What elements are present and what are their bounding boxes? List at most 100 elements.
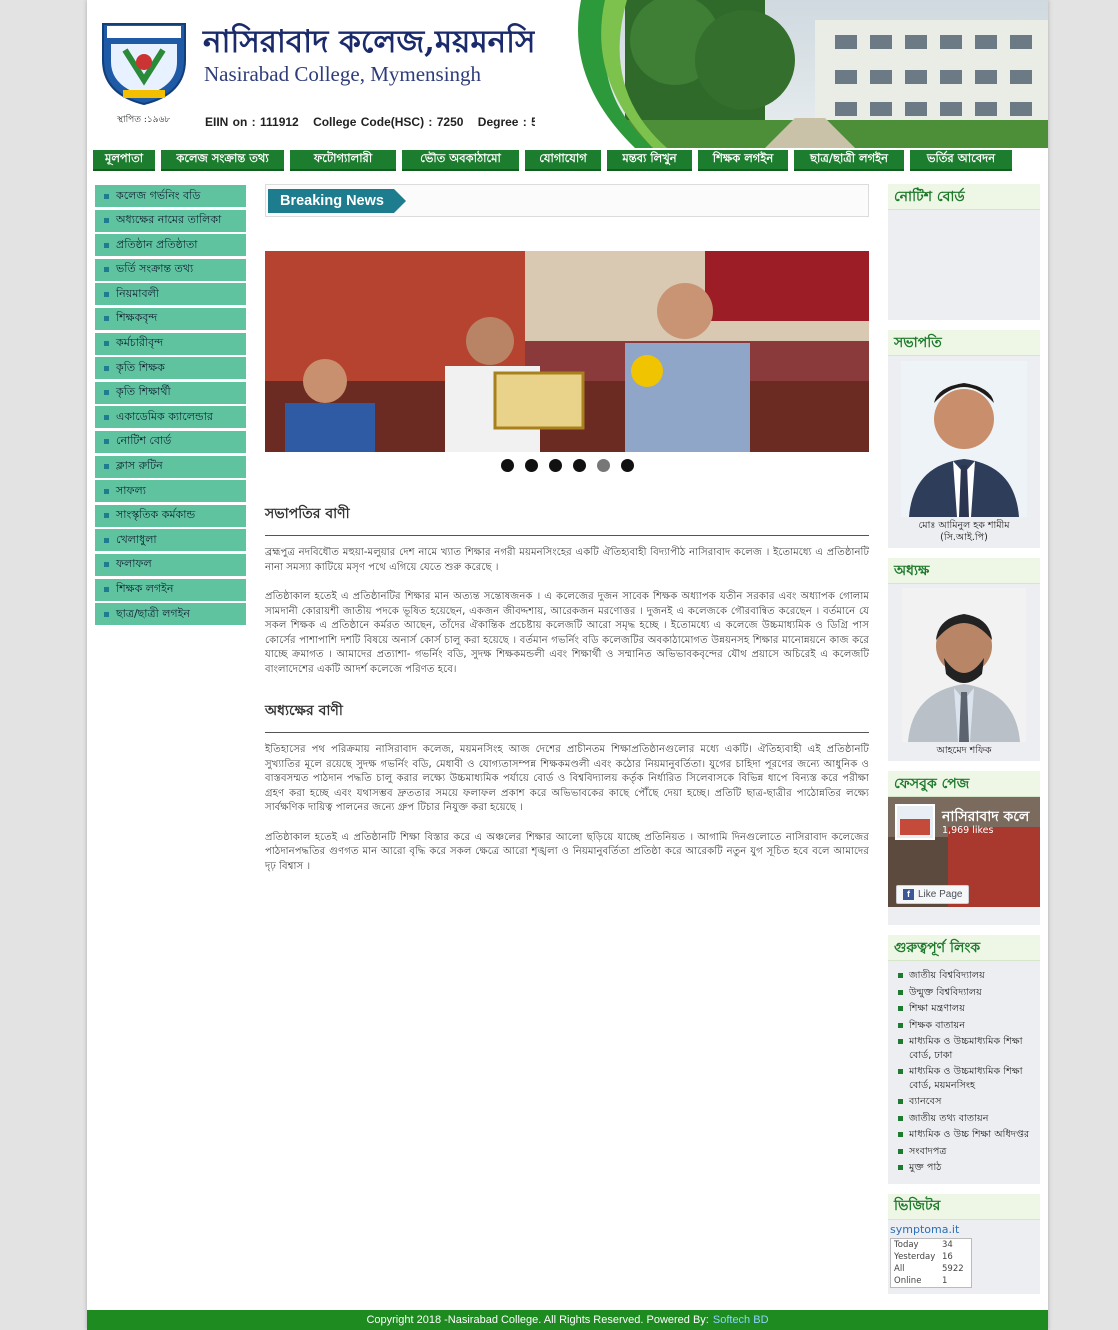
important-link-item[interactable]: জাতীয় তথ্য বাতায়ন — [898, 1112, 1036, 1126]
visitor-counter: symptoma.it Today 34 Yesterday 16 All 5922 Onl… — [888, 1220, 1040, 1294]
left-menu-item-7[interactable]: কৃতি শিক্ষক — [95, 357, 246, 380]
slider-dot[interactable] — [500, 459, 514, 472]
nav-item-4[interactable]: যোগাযোগ — [525, 150, 601, 171]
bullet-square-icon — [104, 193, 109, 199]
right-sidebar: নোটিশ বোর্ড সভাপতি মোঃ আমিনুল হক শামীম (… — [888, 184, 1040, 1304]
facebook-likes: 1,969 likes — [942, 825, 994, 836]
bullet-square-icon — [104, 562, 109, 568]
important-link-item[interactable]: শিক্ষক বাতায়ন — [898, 1019, 1036, 1033]
visitor-stat-label: Online — [894, 1275, 922, 1286]
facebook-page-box: ফেসবুক পেজ নাসিরাবাদ কলে 1,969 likes f L… — [888, 771, 1040, 925]
left-menu-item-3[interactable]: ভর্তি সংক্রান্ত তথ্য — [95, 258, 246, 281]
powered-by-link[interactable]: Softech BD — [713, 1314, 769, 1326]
bullet-square-icon — [104, 218, 109, 224]
important-link-item[interactable]: মাধ্যমিক ও উচ্চমাধ্যমিক শিক্ষা বোর্ড, ঢা… — [898, 1035, 1036, 1062]
left-menu-label: একাডেমিক ক্যালেন্ডার — [116, 409, 213, 423]
left-menu-item-15[interactable]: ফলাফল — [95, 553, 246, 576]
left-menu-item-9[interactable]: একাডেমিক ক্যালেন্ডার — [95, 406, 246, 429]
chairman-caption: মোঃ আমিনুল হক শামীম (সি.আই.পি) — [888, 517, 1040, 548]
left-menu-item-10[interactable]: নোটিশ বোর্ড — [95, 430, 246, 453]
left-menu-item-11[interactable]: ক্লাস রুটিন — [95, 455, 246, 478]
chairman-message-paragraph-2: প্রতিষ্ঠাকাল হতেই এ প্রতিষ্ঠানটির শিক্ষা… — [265, 591, 869, 675]
header-campus-photo — [535, 0, 1048, 148]
nav-item-1[interactable]: কলেজ সংক্রান্ত তথ্য — [161, 150, 284, 171]
left-menu-label: কলেজ গর্ভনিং বডি — [116, 188, 201, 202]
left-menu-item-14[interactable]: খেলাধুলা — [95, 529, 246, 552]
chairman-message-title: সভাপতির বাণী — [265, 502, 869, 536]
chairman-title: সভাপতি — [888, 330, 1040, 356]
visitor-stat-value: 16 — [942, 1251, 953, 1262]
bullet-square-icon — [104, 267, 109, 273]
principal-title: অধ্যক্ষ — [888, 558, 1040, 584]
important-link-item[interactable]: ব্যানবেস — [898, 1095, 1036, 1109]
copyright-text: Copyright 2018 -Nasirabad College. All R… — [366, 1314, 709, 1326]
nav-item-0[interactable]: মূলপাতা — [93, 150, 155, 171]
important-link-item[interactable]: মুক্ত পাঠ — [898, 1161, 1036, 1175]
left-menu-item-12[interactable]: সাফল্য — [95, 480, 246, 503]
bullet-square-icon — [104, 488, 109, 494]
bullet-square-icon — [104, 513, 109, 519]
facebook-page-widget[interactable]: নাসিরাবাদ কলে 1,969 likes f Like Page — [888, 797, 1040, 925]
left-menu-label: কর্মচারীবৃন্দ — [116, 336, 164, 350]
important-link-item[interactable]: শিক্ষা মন্ত্রণালয় — [898, 1002, 1036, 1016]
important-link-item[interactable]: উন্মুক্ত বিশ্ববিদ্যালয় — [898, 986, 1036, 1000]
slider-dot[interactable] — [620, 459, 634, 472]
facebook-like-button[interactable]: f Like Page — [896, 885, 970, 904]
left-menu-item-1[interactable]: অধ্যক্ষের নামের তালিকা — [95, 209, 246, 232]
site-footer: Copyright 2018 -Nasirabad College. All R… — [87, 1310, 1048, 1330]
visitor-counter-link[interactable]: symptoma.it — [890, 1223, 1038, 1236]
left-menu-item-0[interactable]: কলেজ গর্ভনিং বডি — [95, 185, 246, 207]
left-menu-label: কৃতি শিক্ষার্থী — [116, 385, 171, 399]
principal-name: আহমেদ শফিক — [936, 745, 992, 756]
nav-item-5[interactable]: মন্তব্য লিখুন — [607, 150, 692, 171]
chairman-box: সভাপতি মোঃ আমিনুল হক শামীম (সি.আই.পি) — [888, 330, 1040, 548]
established-year: স্থাপিত :১৯৬৮ — [117, 115, 171, 125]
bullet-square-icon — [104, 341, 109, 347]
nav-item-6[interactable]: শিক্ষক লগইন — [698, 150, 788, 171]
nav-item-8[interactable]: ভর্তির আবেদন — [910, 150, 1012, 171]
left-menu-label: ক্লাস রুটিন — [116, 459, 163, 473]
nav-item-7[interactable]: ছাত্র/ছাত্রী লগইন — [794, 150, 904, 171]
left-menu-item-5[interactable]: শিক্ষকবৃন্দ — [95, 307, 246, 330]
left-menu-label: নোটিশ বোর্ড — [116, 434, 172, 448]
slider-dot[interactable] — [596, 459, 610, 472]
visitor-stat-row: All 5922 — [891, 1263, 971, 1275]
nav-item-2[interactable]: ফটোগ্যালারী — [290, 150, 396, 171]
left-menu-label: সাফল্য — [116, 483, 146, 497]
slider-dot[interactable] — [572, 459, 586, 472]
left-menu-item-13[interactable]: সাংস্কৃতিক কর্মকান্ড — [95, 504, 246, 527]
principal-photo — [902, 588, 1026, 742]
notice-board-title: নোটিশ বোর্ড — [888, 184, 1040, 210]
chairman-message-paragraph-1: ব্রহ্মপুত্র নদবিধৌত মহুয়া-মলুয়ার দেশ ন… — [265, 547, 869, 573]
college-logo[interactable] — [101, 22, 187, 106]
left-sidebar-menu: কলেজ গর্ভনিং বডি অধ্যক্ষের নামের তালিকা প্… — [95, 185, 246, 628]
college-codes: EIIN on : 111912 College Code(HSC) : 725… — [205, 115, 568, 129]
important-link-item[interactable]: সংবাদপত্র — [898, 1145, 1036, 1159]
bullet-square-icon — [104, 291, 109, 297]
notice-board-box: নোটিশ বোর্ড — [888, 184, 1040, 320]
bullet-square-icon — [104, 587, 109, 592]
important-link-item[interactable]: মাধ্যমিক ও উচ্চ শিক্ষা অধিদপ্তর — [898, 1128, 1036, 1142]
slider-dot[interactable] — [548, 459, 562, 472]
visitor-stat-value: 5922 — [942, 1263, 964, 1274]
left-menu-item-6[interactable]: কর্মচারীবৃন্দ — [95, 332, 246, 355]
left-menu-item-16[interactable]: শিক্ষক লগইন — [95, 578, 246, 601]
slider-dot[interactable] — [524, 459, 538, 472]
left-menu-item-17[interactable]: ছাত্র/ছাত্রী লগইন — [95, 603, 246, 626]
left-menu-label: সাংস্কৃতিক কর্মকান্ড — [116, 508, 196, 522]
bullet-square-icon — [104, 611, 109, 617]
important-link-item[interactable]: জাতীয় বিশ্ববিদ্যালয় — [898, 969, 1036, 983]
left-menu-label: প্রতিষ্ঠান প্রতিষ্ঠাতা — [116, 237, 198, 251]
nav-item-3[interactable]: ভৌত অবকাঠামো — [402, 150, 519, 171]
left-menu-item-8[interactable]: কৃতি শিক্ষার্থী — [95, 381, 246, 404]
left-menu-item-2[interactable]: প্রতিষ্ঠান প্রতিষ্ঠাতা — [95, 234, 246, 257]
breaking-news-label: Breaking News — [268, 189, 406, 213]
left-menu-item-4[interactable]: নিয়মাবলী — [95, 283, 246, 306]
eiin-code: EIIN on : 111912 — [205, 115, 299, 129]
breaking-news-bar: Breaking News — [265, 184, 869, 217]
page: স্থাপিত :১৯৬৮ নাসিরাবাদ কলেজ,ময়মনসিংহ N… — [87, 0, 1048, 1330]
image-slider[interactable] — [265, 251, 869, 452]
visitor-stat-row: Today 34 — [891, 1239, 971, 1251]
visitor-stat-row: Yesterday 16 — [891, 1251, 971, 1263]
important-link-item[interactable]: মাধ্যমিক ও উচ্চমাধ্যমিক শিক্ষা বোর্ড, ময… — [898, 1065, 1036, 1092]
